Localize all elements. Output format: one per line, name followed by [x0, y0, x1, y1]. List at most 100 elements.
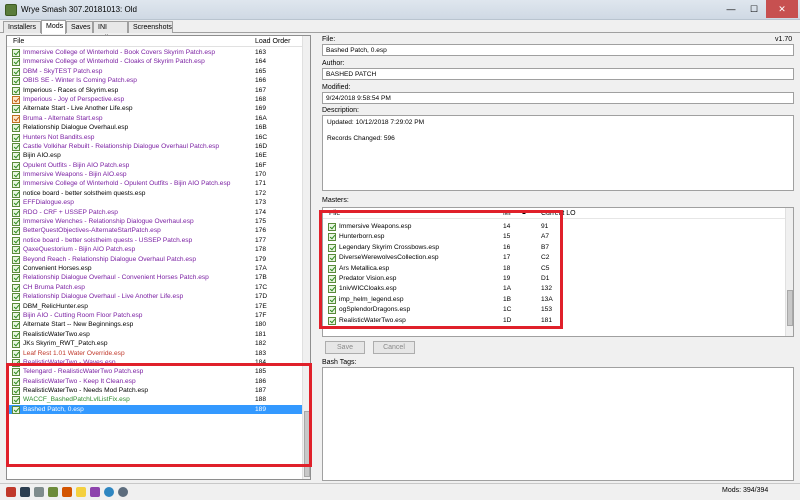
- maximize-button[interactable]: ☐: [743, 0, 765, 18]
- tool-icon[interactable]: [34, 487, 44, 497]
- mod-row[interactable]: CH Bruma Patch.esp 17C: [7, 283, 304, 292]
- minimize-button[interactable]: —: [720, 0, 742, 18]
- description-field[interactable]: Updated: 10/12/2018 7:29:02 PM Records C…: [322, 115, 794, 191]
- masters-scrollbar[interactable]: [785, 208, 793, 336]
- notepad-icon[interactable]: [76, 487, 86, 497]
- mod-row[interactable]: RDO - CRF + USSEP Patch.esp 174: [7, 208, 304, 217]
- mod-checkbox[interactable]: [12, 67, 20, 76]
- skse-icon[interactable]: [20, 487, 30, 497]
- globe-icon[interactable]: [118, 487, 128, 497]
- mod-row[interactable]: OBIS SE - Winter Is Coming Patch.esp 166: [7, 76, 304, 86]
- mod-checkbox[interactable]: [12, 264, 20, 273]
- tes5edit-icon[interactable]: [48, 487, 58, 497]
- mod-checkbox[interactable]: [12, 114, 20, 123]
- mod-row[interactable]: Bruma - Alternate Start.esp 16A: [7, 114, 304, 123]
- mod-checkbox[interactable]: [12, 302, 20, 311]
- tab-ini-edits[interactable]: INI Edits: [93, 21, 128, 42]
- mod-checkbox[interactable]: [12, 58, 20, 67]
- mod-checkbox[interactable]: [12, 105, 20, 114]
- mod-checkbox[interactable]: [12, 236, 20, 245]
- mod-row[interactable]: EFFDialogue.esp 173: [7, 198, 304, 208]
- mod-row[interactable]: Convenient Horses.esp 17A: [7, 264, 304, 273]
- mod-row[interactable]: DBM - SkyTEST Patch.esp 165: [7, 67, 304, 76]
- cancel-button[interactable]: Cancel: [373, 341, 415, 354]
- mod-row[interactable]: Immersive Weapons - Bijin AIO.esp 170: [7, 170, 304, 180]
- mod-row[interactable]: RealisticWaterTwo.esp 181: [7, 330, 304, 339]
- mod-row[interactable]: Immersive College of Winterhold - Opulen…: [7, 179, 304, 189]
- mod-checkbox[interactable]: [12, 142, 20, 151]
- mod-load-order: 17B: [255, 274, 267, 282]
- mod-row[interactable]: Relationship Dialogue Overhaul.esp 16B: [7, 123, 304, 133]
- mod-checkbox[interactable]: [12, 283, 20, 292]
- mod-load-order: 182: [255, 340, 267, 348]
- bash-tags-field[interactable]: [322, 367, 794, 481]
- mod-row[interactable]: Imperious - Joy of Perspective.esp 168: [7, 95, 304, 104]
- tab-saves[interactable]: Saves: [66, 21, 93, 33]
- modified-field[interactable]: 9/24/2018 9:58:54 PM: [322, 92, 794, 104]
- mod-load-order: 16D: [255, 142, 268, 150]
- mod-checkbox[interactable]: [12, 133, 20, 142]
- mod-row[interactable]: DBM_RelicHunter.esp 17E: [7, 302, 304, 311]
- mod-row[interactable]: Immersive College of Winterhold - Cloaks…: [7, 57, 304, 67]
- mod-checkbox[interactable]: [12, 77, 20, 86]
- mod-checkbox[interactable]: [12, 321, 20, 330]
- mod-row[interactable]: Beyond Reach - Relationship Dialogue Ove…: [7, 255, 304, 264]
- mod-checkbox[interactable]: [12, 95, 20, 104]
- mod-checkbox[interactable]: [12, 218, 20, 227]
- mod-row[interactable]: Relationship Dialogue Overhaul - Conveni…: [7, 273, 304, 283]
- mod-row[interactable]: Imperious - Races of Skyrim.esp 167: [7, 86, 304, 95]
- mod-row[interactable]: Bijin AIO.esp 16E: [7, 151, 304, 161]
- mod-row[interactable]: QaxeQuestorium - Bijin AIO Patch.esp 178: [7, 245, 304, 255]
- mod-checkbox[interactable]: [12, 152, 20, 161]
- author-field[interactable]: BASHED PATCH: [322, 68, 794, 80]
- panel-splitter[interactable]: [314, 35, 318, 481]
- mod-checkbox[interactable]: [12, 255, 20, 264]
- tab-installers[interactable]: Installers: [3, 21, 41, 33]
- mod-checkbox[interactable]: [12, 180, 20, 189]
- mod-checkbox[interactable]: [12, 189, 20, 198]
- tab-mods[interactable]: Mods: [41, 20, 66, 34]
- mod-checkbox[interactable]: [12, 199, 20, 208]
- launcher-icon[interactable]: [6, 487, 16, 497]
- mod-checkbox[interactable]: [12, 293, 20, 302]
- mod-name: Bijin AIO - Cutting Room Floor Patch.esp: [23, 311, 143, 319]
- mod-load-order: 16B: [255, 124, 267, 132]
- mod-checkbox[interactable]: [12, 161, 20, 170]
- mod-row[interactable]: notice board - better solstheim quests.e…: [7, 189, 304, 198]
- masters-scroll-thumb[interactable]: [787, 290, 793, 326]
- tab-screenshots[interactable]: Screenshots: [128, 21, 173, 33]
- mod-row[interactable]: Relationship Dialogue Overhaul - Live An…: [7, 292, 304, 302]
- column-file[interactable]: File: [13, 38, 24, 45]
- mod-row[interactable]: notice board - better solstheim quests -…: [7, 236, 304, 245]
- help-icon[interactable]: [104, 487, 114, 497]
- mod-row[interactable]: Immersive Wenches - Relationship Dialogu…: [7, 217, 304, 227]
- save-button[interactable]: Save: [325, 341, 365, 354]
- mod-checkbox[interactable]: [12, 208, 20, 217]
- file-name-field[interactable]: Bashed Patch, 0.esp: [322, 44, 794, 56]
- close-button[interactable]: ✕: [766, 0, 798, 18]
- mod-checkbox[interactable]: [12, 349, 20, 358]
- mod-row[interactable]: BetterQuestObjectives-AlternateStartPatc…: [7, 226, 304, 236]
- mod-row[interactable]: Hunters Not Bandits.esp 16C: [7, 133, 304, 142]
- column-load-order[interactable]: Load Order: [255, 38, 290, 45]
- mod-checkbox[interactable]: [12, 227, 20, 236]
- mod-row[interactable]: Alternate Start -- New Beginnings.esp 180: [7, 320, 304, 330]
- mod-row[interactable]: Immersive College of Winterhold - Book C…: [7, 48, 304, 57]
- mod-checkbox[interactable]: [12, 49, 20, 57]
- settings-icon[interactable]: [90, 487, 100, 497]
- mod-checkbox[interactable]: [12, 171, 20, 180]
- mod-row[interactable]: JKs Skyrim_RWT_Patch.esp 182: [7, 339, 304, 349]
- mod-row[interactable]: Bijin AIO - Cutting Room Floor Patch.esp…: [7, 311, 304, 320]
- mod-row[interactable]: Leaf Rest 1.01 Water Override.esp 183: [7, 349, 304, 358]
- mod-checkbox[interactable]: [12, 340, 20, 349]
- mod-checkbox[interactable]: [12, 274, 20, 283]
- mod-row[interactable]: Opulent Outfits - Bijin AIO Patch.esp 16F: [7, 161, 304, 170]
- mod-row[interactable]: Alternate Start - Live Another Life.esp 1…: [7, 104, 304, 114]
- mod-checkbox[interactable]: [12, 330, 20, 339]
- mod-row[interactable]: Castle Volkihar Rebuilt - Relationship D…: [7, 142, 304, 151]
- mod-checkbox[interactable]: [12, 86, 20, 95]
- mod-checkbox[interactable]: [12, 311, 20, 320]
- mod-checkbox[interactable]: [12, 124, 20, 133]
- mod-checkbox[interactable]: [12, 246, 20, 255]
- book-icon[interactable]: [62, 487, 72, 497]
